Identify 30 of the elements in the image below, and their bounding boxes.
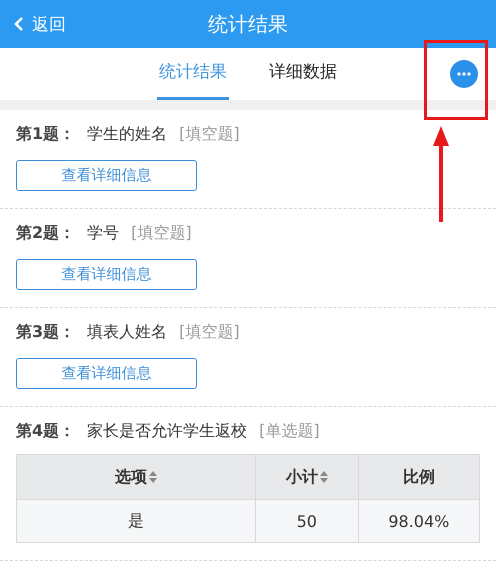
more-button[interactable]	[450, 60, 478, 88]
details-button[interactable]: 查看详细信息	[16, 259, 197, 290]
question-number: 第3题：	[16, 322, 76, 343]
question-type: [单选题]	[259, 421, 320, 442]
question-title: 学号	[87, 223, 120, 244]
page-title: 统计结果	[208, 12, 288, 36]
question-number: 第2题：	[16, 223, 76, 244]
question-title: 学生的姓名	[87, 124, 168, 145]
sort-icon[interactable]	[148, 471, 157, 483]
column-header: 小计	[286, 466, 318, 488]
more-icon	[457, 72, 471, 76]
question-title: 填表人姓名	[87, 322, 168, 343]
question-number: 第1题：	[16, 124, 76, 145]
question-number: 第4题：	[16, 421, 76, 442]
tab[interactable]: 统计结果	[157, 48, 229, 100]
sort-icon[interactable]	[320, 471, 328, 483]
column-header: 比例	[402, 466, 435, 488]
table-cell: 98.04%	[388, 512, 450, 530]
back-button[interactable]: 返回	[14, 12, 66, 36]
question-type: [填空题]	[179, 124, 240, 145]
question-title: 家长是否允许学生返校	[87, 421, 248, 442]
column-header: 选项	[114, 466, 147, 488]
table-cell: 50	[296, 512, 317, 530]
question-type: [填空题]	[131, 223, 192, 244]
details-button[interactable]: 查看详细信息	[16, 358, 197, 389]
chevron-left-icon	[14, 16, 24, 32]
details-button[interactable]: 查看详细信息	[16, 160, 197, 191]
table-cell: 是	[128, 510, 144, 530]
question-type: [填空题]	[179, 322, 240, 343]
tab[interactable]: 详细数据	[267, 48, 339, 100]
